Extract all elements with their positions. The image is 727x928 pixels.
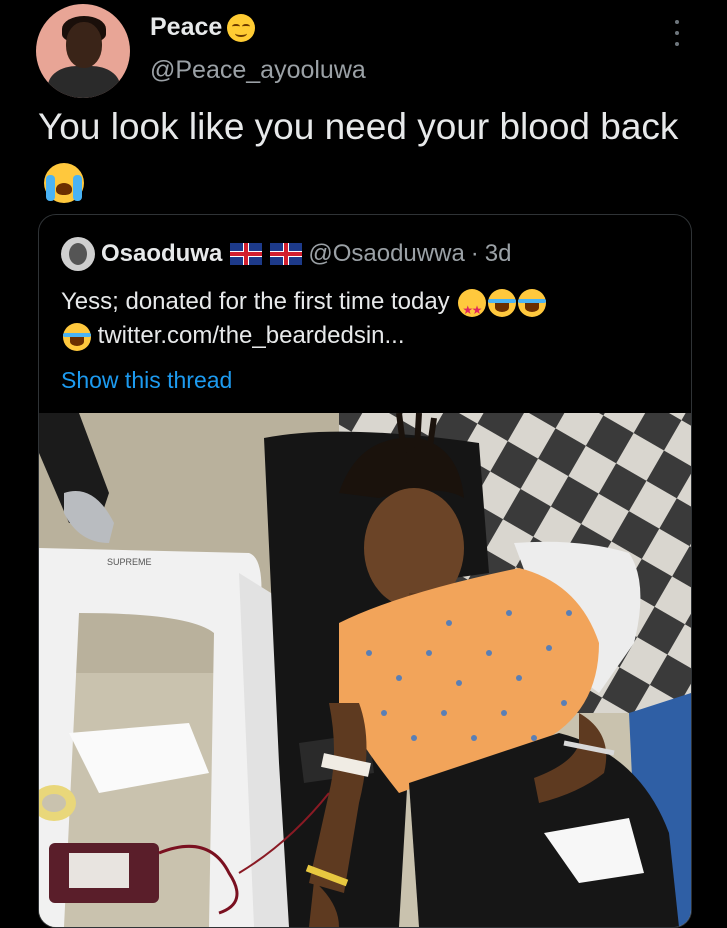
more-options-icon[interactable] xyxy=(672,20,682,46)
show-thread-link[interactable]: Show this thread xyxy=(61,367,232,394)
quoted-tweet-time: 3d xyxy=(484,240,512,267)
tweet-text: You look like you need your blood back xyxy=(38,100,698,208)
tears-of-joy-emoji xyxy=(518,288,547,317)
author-handle[interactable]: @Peace_ayooluwa xyxy=(150,56,366,85)
quoted-tweet-photo[interactable]: SUPREME xyxy=(39,413,691,927)
tweet-text-content: You look like you need your blood back xyxy=(38,106,679,147)
star-struck-emoji xyxy=(458,288,487,327)
tweet: Peace @Peace_ayooluwa You look like you … xyxy=(0,0,727,928)
quoted-author-avatar xyxy=(61,237,95,271)
relieved-face-emoji xyxy=(227,13,256,42)
quoted-author-name: Osaoduwa xyxy=(101,240,223,267)
tears-of-joy-emoji xyxy=(63,322,91,351)
quoted-tweet-body: Yess; donated for the first time today xyxy=(61,288,450,315)
author-name-row: Peace xyxy=(150,13,256,42)
tears-of-joy-emoji xyxy=(488,288,517,317)
quoted-tweet-link[interactable]: twitter.com/the_beardedsin... xyxy=(98,322,405,349)
loudly-crying-face-emoji xyxy=(44,163,84,204)
quoted-tweet[interactable]: Osaoduwa @Osaoduwwa · 3d Yess; donated f… xyxy=(38,214,692,928)
uk-flag-icon xyxy=(270,243,303,265)
quoted-author-handle: @Osaoduwwa xyxy=(308,240,465,267)
quoted-tweet-text: Yess; donated for the first time today t… xyxy=(61,285,671,353)
author-name[interactable]: Peace xyxy=(150,13,222,42)
quoted-tweet-header: Osaoduwa @Osaoduwwa · 3d xyxy=(61,237,512,271)
chair-label: SUPREME xyxy=(107,557,152,567)
author-avatar[interactable] xyxy=(36,4,130,98)
uk-flag-icon xyxy=(230,243,263,265)
blood-donation-photo: SUPREME xyxy=(39,413,691,927)
separator-dot: · xyxy=(470,240,479,267)
